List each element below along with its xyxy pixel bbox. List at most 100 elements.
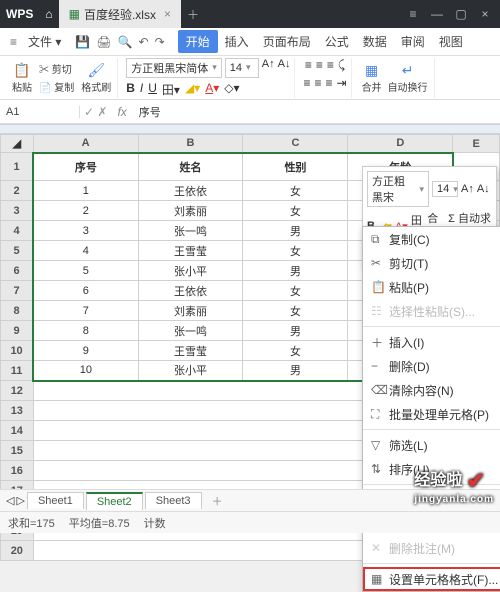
menu-data[interactable]: 数据 bbox=[356, 33, 394, 50]
menu-insert[interactable]: 插入 bbox=[218, 33, 256, 50]
row-header[interactable]: 9 bbox=[1, 321, 34, 341]
cell[interactable]: 王雪莹 bbox=[138, 341, 243, 361]
cell[interactable]: 男 bbox=[243, 261, 348, 281]
sheet-tab-1[interactable]: Sheet1 bbox=[27, 492, 84, 509]
col-header[interactable]: E bbox=[453, 135, 500, 153]
home-icon[interactable]: ⌂ bbox=[39, 0, 58, 28]
border-button[interactable]: 田▾ bbox=[162, 81, 180, 98]
menu-start[interactable]: 开始 bbox=[178, 30, 218, 53]
row-header[interactable]: 4 bbox=[1, 221, 34, 241]
cell[interactable]: 女 bbox=[243, 181, 348, 201]
cell[interactable]: 女 bbox=[243, 341, 348, 361]
ctx-copy[interactable]: ⧉复制(C)Ctrl+C bbox=[363, 227, 500, 251]
cell[interactable]: 王雪莹 bbox=[138, 241, 243, 261]
menu-icon[interactable]: ≡ bbox=[406, 7, 420, 21]
row-header[interactable]: 11 bbox=[1, 361, 34, 381]
font-size-dropdown[interactable]: 14▾ bbox=[225, 58, 259, 78]
cell[interactable]: 张小平 bbox=[138, 261, 243, 281]
format-painter-button[interactable]: 🖌格式刷 bbox=[79, 60, 113, 96]
col-header[interactable]: D bbox=[348, 135, 453, 153]
cell[interactable]: 4 bbox=[33, 241, 138, 261]
header-cell[interactable]: 姓名 bbox=[138, 153, 243, 181]
cell[interactable]: 张一鸣 bbox=[138, 321, 243, 341]
cell[interactable]: 女 bbox=[243, 281, 348, 301]
row-header[interactable]: 3 bbox=[1, 201, 34, 221]
bold-button[interactable]: B bbox=[126, 81, 135, 98]
formula-input[interactable]: 序号 bbox=[133, 104, 500, 120]
row-header[interactable]: 1 bbox=[1, 153, 34, 181]
clear-format-button[interactable]: ◇▾ bbox=[224, 81, 239, 98]
cell[interactable]: 6 bbox=[33, 281, 138, 301]
menu-view[interactable]: 视图 bbox=[432, 33, 470, 50]
mini-font-size[interactable]: 14▾ bbox=[432, 181, 458, 197]
increase-font-icon[interactable]: A↑ bbox=[262, 58, 275, 78]
cell[interactable]: 刘素丽 bbox=[138, 301, 243, 321]
menu-review[interactable]: 审阅 bbox=[394, 33, 432, 50]
header-cell[interactable]: 序号 bbox=[33, 153, 138, 181]
qat-save-icon[interactable]: 💾 bbox=[72, 35, 93, 49]
add-tab-button[interactable]: ＋ bbox=[181, 0, 205, 28]
wrap-text-button[interactable]: ↵自动换行 bbox=[386, 60, 430, 96]
cell[interactable]: 9 bbox=[33, 341, 138, 361]
minimize-icon[interactable]: — bbox=[430, 7, 444, 21]
cell[interactable]: 刘素丽 bbox=[138, 201, 243, 221]
align-center-icon[interactable]: ≡ bbox=[314, 76, 321, 90]
merge-cells-button[interactable]: ▦合并 bbox=[360, 60, 384, 96]
underline-button[interactable]: U bbox=[148, 81, 157, 98]
cell[interactable]: 男 bbox=[243, 221, 348, 241]
align-right-icon[interactable]: ≡ bbox=[325, 76, 332, 90]
fx-icon[interactable]: fx bbox=[111, 105, 132, 119]
font-name-dropdown[interactable]: 方正粗黑宋简体▾ bbox=[126, 58, 222, 78]
row-header[interactable]: 7 bbox=[1, 281, 34, 301]
orientation-icon[interactable]: ⤹ bbox=[338, 58, 345, 73]
app-menu-icon[interactable]: ≡ bbox=[10, 35, 17, 49]
fill-color-button[interactable]: ◢▾ bbox=[185, 81, 200, 98]
paste-button[interactable]: 📋粘贴 bbox=[10, 60, 34, 96]
cell[interactable]: 王依依 bbox=[138, 281, 243, 301]
align-top-icon[interactable]: ≡ bbox=[305, 58, 312, 73]
cell[interactable]: 张小平 bbox=[138, 361, 243, 381]
menu-pagelayout[interactable]: 页面布局 bbox=[256, 33, 318, 50]
row-header[interactable]: 16 bbox=[1, 461, 34, 481]
qat-redo-icon[interactable]: ↷ bbox=[152, 35, 168, 49]
fx-buttons[interactable]: ✓ ✗ bbox=[80, 105, 111, 119]
add-sheet-button[interactable]: ＋ bbox=[204, 493, 231, 509]
col-header[interactable]: A bbox=[33, 135, 138, 153]
align-bottom-icon[interactable]: ≡ bbox=[327, 58, 334, 73]
row-header[interactable]: 5 bbox=[1, 241, 34, 261]
name-box[interactable]: A1 bbox=[0, 106, 80, 118]
ctx-cut[interactable]: ✂剪切(T)Ctrl+X bbox=[363, 251, 500, 275]
decrease-font-icon[interactable]: A↓ bbox=[278, 58, 291, 78]
cell[interactable]: 2 bbox=[33, 201, 138, 221]
col-header[interactable]: C bbox=[243, 135, 348, 153]
menu-file[interactable]: 文件 ▾ bbox=[21, 33, 68, 50]
row-header[interactable]: 14 bbox=[1, 421, 34, 441]
document-tab[interactable]: ▦ 百度经验.xlsx × bbox=[59, 0, 181, 28]
ctx-sort[interactable]: ⇅排序(U)▶ bbox=[363, 457, 500, 481]
row-header[interactable]: 2 bbox=[1, 181, 34, 201]
row-header[interactable]: 6 bbox=[1, 261, 34, 281]
qat-preview-icon[interactable]: 🔍 bbox=[115, 35, 136, 49]
cell[interactable]: 7 bbox=[33, 301, 138, 321]
row-header[interactable]: 12 bbox=[1, 381, 34, 401]
cell[interactable]: 女 bbox=[243, 201, 348, 221]
row-header[interactable]: 20 bbox=[1, 541, 34, 561]
sheet-tab-3[interactable]: Sheet3 bbox=[145, 492, 202, 509]
menu-formula[interactable]: 公式 bbox=[318, 33, 356, 50]
cell[interactable]: 男 bbox=[243, 321, 348, 341]
cell[interactable]: 女 bbox=[243, 301, 348, 321]
row-header[interactable]: 15 bbox=[1, 441, 34, 461]
qat-undo-icon[interactable]: ↶ bbox=[136, 35, 152, 49]
tab-prev-icon[interactable]: ◁ bbox=[6, 494, 14, 507]
row-header[interactable]: 10 bbox=[1, 341, 34, 361]
qat-print-icon[interactable]: 🖨 bbox=[93, 35, 114, 49]
cell[interactable]: 5 bbox=[33, 261, 138, 281]
cell[interactable]: 3 bbox=[33, 221, 138, 241]
cell[interactable]: 1 bbox=[33, 181, 138, 201]
select-all-corner[interactable]: ◢ bbox=[1, 135, 34, 153]
cell[interactable]: 张一鸣 bbox=[138, 221, 243, 241]
mini-decrease-font-icon[interactable]: A↓ bbox=[477, 183, 490, 195]
ctx-batch[interactable]: ⛶批量处理单元格(P) bbox=[363, 402, 500, 426]
close-window-icon[interactable]: × bbox=[478, 7, 492, 21]
sheet-tab-2[interactable]: Sheet2 bbox=[86, 492, 143, 510]
